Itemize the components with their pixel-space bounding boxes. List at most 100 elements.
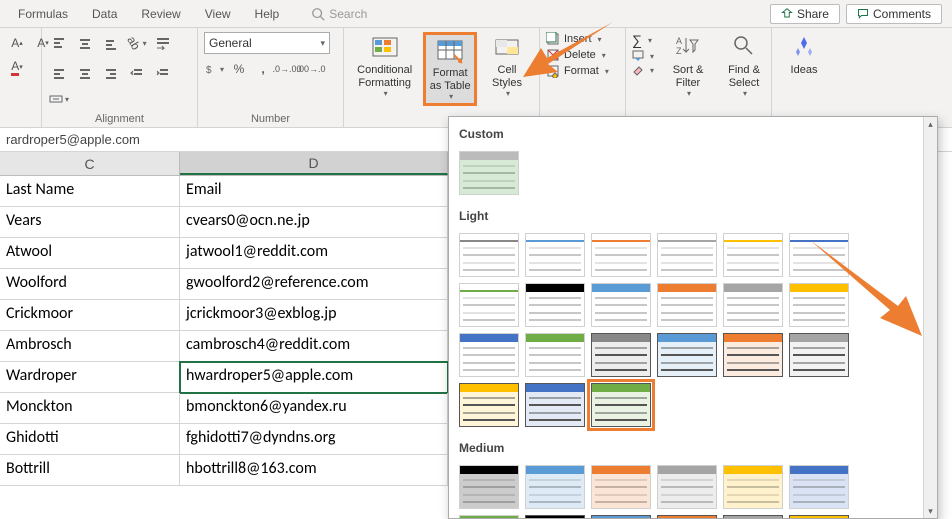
orientation-button[interactable]: ab	[126, 32, 148, 54]
table-style-option[interactable]	[591, 383, 651, 427]
cell-c5[interactable]: Crickmoor	[0, 300, 180, 331]
column-header-c[interactable]: C	[0, 152, 180, 175]
gallery-scrollbar[interactable]: ▴ ▾	[923, 117, 937, 518]
table-style-option[interactable]	[459, 283, 519, 327]
table-style-option[interactable]	[525, 465, 585, 509]
align-center-button[interactable]	[74, 62, 96, 84]
table-style-option[interactable]	[525, 515, 585, 518]
cell-d-header[interactable]: Email	[180, 176, 448, 207]
cell-c7[interactable]: Wardroper	[0, 362, 180, 393]
cell-d6[interactable]: cambrosch4@reddit.com	[180, 331, 448, 362]
table-style-option[interactable]	[591, 283, 651, 327]
table-style-option[interactable]	[723, 233, 783, 277]
clear-button[interactable]	[632, 64, 654, 76]
table-style-option[interactable]	[657, 515, 717, 518]
insert-cells-button[interactable]: Insert	[546, 32, 609, 46]
table-style-option[interactable]	[525, 233, 585, 277]
ideas-button[interactable]: Ideas	[778, 32, 830, 79]
cell-d10[interactable]: hbottrill8@163.com	[180, 455, 448, 486]
table-style-option[interactable]	[459, 151, 519, 195]
table-style-option[interactable]	[657, 233, 717, 277]
scroll-down-icon[interactable]: ▾	[924, 504, 937, 518]
cell-c10[interactable]: Bottrill	[0, 455, 180, 486]
table-style-option[interactable]	[723, 515, 783, 518]
cell-d7[interactable]: hwardroper5@apple.com	[180, 362, 448, 393]
tab-view[interactable]: View	[193, 0, 243, 27]
table-style-option[interactable]	[657, 465, 717, 509]
cell-styles-button[interactable]: Cell Styles	[481, 32, 533, 100]
accounting-format-button[interactable]: $	[204, 58, 226, 80]
tell-me-search[interactable]: Search	[311, 7, 367, 21]
merge-center-button[interactable]	[48, 88, 70, 110]
increase-indent-button[interactable]	[152, 62, 174, 84]
align-left-button[interactable]	[48, 62, 70, 84]
table-style-option[interactable]	[591, 465, 651, 509]
tab-help[interactable]: Help	[243, 0, 292, 27]
cell-d5[interactable]: jcrickmoor3@exblog.jp	[180, 300, 448, 331]
tab-formulas[interactable]: Formulas	[6, 0, 80, 27]
align-top-button[interactable]	[48, 32, 70, 54]
cell-c-header[interactable]: Last Name	[0, 176, 180, 207]
table-style-option[interactable]	[657, 283, 717, 327]
cell-c3[interactable]: Atwool	[0, 238, 180, 269]
cell-d8[interactable]: bmonckton6@yandex.ru	[180, 393, 448, 424]
increase-decimal-button[interactable]: .0→.00	[276, 58, 298, 80]
table-style-option[interactable]	[525, 383, 585, 427]
table-style-option[interactable]	[591, 233, 651, 277]
table-style-option[interactable]	[459, 233, 519, 277]
find-select-button[interactable]: Find & Select	[718, 32, 770, 100]
percent-format-button[interactable]: %	[228, 58, 250, 80]
table-style-option[interactable]	[459, 465, 519, 509]
table-style-option[interactable]	[591, 333, 651, 377]
table-style-option[interactable]	[525, 283, 585, 327]
table-style-option[interactable]	[789, 283, 849, 327]
format-cells-button[interactable]: Format	[546, 64, 609, 78]
cell-c2[interactable]: Vears	[0, 207, 180, 238]
wrap-text-button[interactable]	[152, 32, 174, 54]
table-style-option[interactable]	[723, 333, 783, 377]
cell-c8[interactable]: Monckton	[0, 393, 180, 424]
cell-c6[interactable]: Ambrosch	[0, 331, 180, 362]
format-as-table-button[interactable]: Format as Table	[423, 32, 477, 106]
align-bottom-button[interactable]	[100, 32, 122, 54]
table-style-option[interactable]	[789, 233, 849, 277]
number-format-select[interactable]: General▾	[204, 32, 330, 54]
table-style-option[interactable]	[723, 465, 783, 509]
table-style-option[interactable]	[789, 465, 849, 509]
comments-button[interactable]: Comments	[846, 4, 942, 24]
sort-filter-button[interactable]: AZ Sort & Filter	[662, 32, 714, 100]
table-style-option[interactable]	[657, 333, 717, 377]
table-style-option[interactable]	[789, 515, 849, 518]
decrease-decimal-button[interactable]: .00→.0	[300, 58, 322, 80]
comma-format-button[interactable]: ,	[252, 58, 274, 80]
cell-d4[interactable]: gwoolford2@reference.com	[180, 269, 448, 300]
table-style-option[interactable]	[459, 515, 519, 518]
font-color-button[interactable]: A▾	[6, 56, 28, 78]
table-style-option[interactable]	[459, 383, 519, 427]
table-style-option[interactable]	[591, 515, 651, 518]
share-button[interactable]: Share	[770, 4, 840, 24]
table-style-option[interactable]	[789, 333, 849, 377]
formula-bar-value[interactable]: rardroper5@apple.com	[6, 132, 140, 147]
scroll-up-icon[interactable]: ▴	[924, 117, 937, 131]
cell-d3[interactable]: jatwool1@reddit.com	[180, 238, 448, 269]
align-right-button[interactable]	[100, 62, 122, 84]
conditional-formatting-button[interactable]: Conditional Formatting	[350, 32, 419, 100]
cell-d9[interactable]: fghidotti7@dyndns.org	[180, 424, 448, 455]
autosum-button[interactable]: ∑	[632, 32, 654, 48]
tab-data[interactable]: Data	[80, 0, 129, 27]
cell-c4[interactable]: Woolford	[0, 269, 180, 300]
format-icon	[546, 64, 560, 78]
decrease-indent-button[interactable]	[126, 62, 148, 84]
cell-c9[interactable]: Ghidotti	[0, 424, 180, 455]
cell-d2[interactable]: cvears0@ocn.ne.jp	[180, 207, 448, 238]
align-middle-button[interactable]	[74, 32, 96, 54]
table-style-option[interactable]	[459, 333, 519, 377]
fill-button[interactable]	[632, 50, 654, 62]
increase-font-button[interactable]: A▴	[6, 32, 28, 54]
table-style-option[interactable]	[525, 333, 585, 377]
column-header-d[interactable]: D	[180, 152, 448, 175]
table-style-option[interactable]	[723, 283, 783, 327]
delete-cells-button[interactable]: Delete	[546, 48, 609, 62]
tab-review[interactable]: Review	[129, 0, 192, 27]
